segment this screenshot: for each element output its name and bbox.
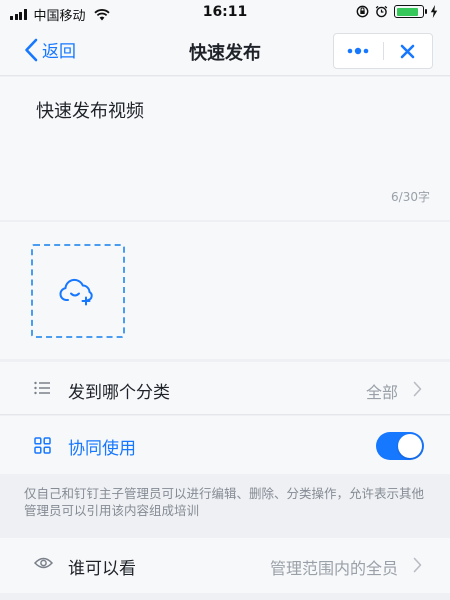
charging-bolt-icon xyxy=(430,5,438,18)
char-counter: 6/30字 xyxy=(391,190,430,204)
collaboration-help-text: 仅自己和钉钉主子管理员可以进行编辑、删除、分类操作，允许表示其他管理员可以引用该… xyxy=(24,486,425,518)
eye-icon xyxy=(34,557,53,569)
battery-icon xyxy=(394,5,427,18)
toggle-knob xyxy=(398,434,422,458)
title-input[interactable]: 快速发布视频 xyxy=(36,97,144,123)
visibility-value: 管理范围内的全员 xyxy=(269,559,398,578)
rotation-lock-icon xyxy=(356,5,369,18)
upload-panel xyxy=(0,222,450,359)
collaboration-toggle[interactable] xyxy=(376,432,424,460)
more-button[interactable] xyxy=(334,34,383,68)
grid-icon xyxy=(34,437,51,454)
category-value: 全部 xyxy=(365,383,398,402)
close-button[interactable] xyxy=(384,34,433,68)
status-right xyxy=(356,5,438,18)
chevron-right-icon xyxy=(413,381,422,397)
visibility-label: 谁可以看 xyxy=(68,559,136,579)
collaboration-row: 协同使用 xyxy=(0,416,450,474)
close-icon xyxy=(400,44,415,58)
status-bar: 中国移动 16:11 xyxy=(0,0,450,26)
visibility-row[interactable]: 谁可以看 管理范围内的全员 xyxy=(0,538,450,593)
title-input-panel[interactable]: 快速发布视频 6/30字 xyxy=(0,77,450,220)
more-dots-icon xyxy=(347,47,369,55)
upload-video-button[interactable] xyxy=(31,244,125,338)
category-row[interactable]: 发到哪个分类 全部 xyxy=(0,362,450,415)
alarm-icon xyxy=(375,5,388,18)
category-label: 发到哪个分类 xyxy=(68,383,170,403)
mini-program-capsule xyxy=(333,33,433,69)
navigation-bar: 返回 快速发布 xyxy=(0,26,450,76)
chevron-right-icon xyxy=(413,557,422,573)
list-icon xyxy=(34,381,50,395)
battery-fill xyxy=(396,7,418,16)
cloud-upload-icon xyxy=(59,278,93,306)
collaboration-label: 协同使用 xyxy=(68,439,136,459)
